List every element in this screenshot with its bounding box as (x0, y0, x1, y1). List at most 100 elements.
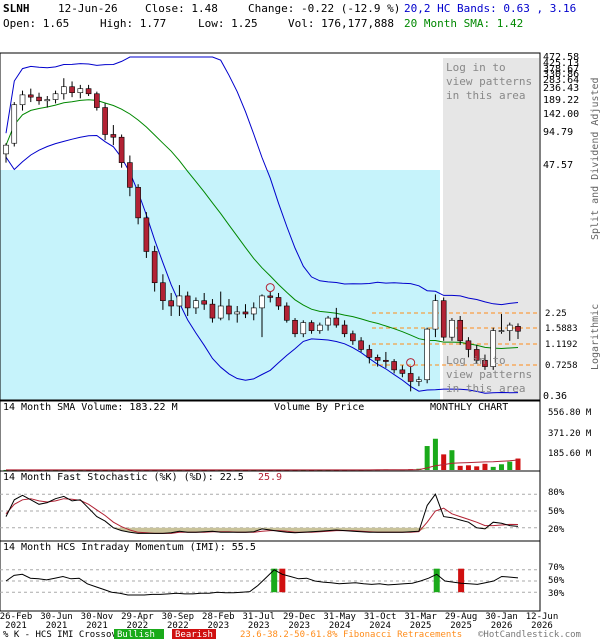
candle-body (44, 99, 51, 102)
candle-body (201, 300, 207, 305)
price-tick: 0.36 (543, 391, 567, 402)
fib-label: 1.1192 (545, 340, 578, 350)
candle-body (143, 217, 150, 252)
candle-body (77, 88, 84, 93)
volume-bar (441, 454, 447, 470)
candle-body (118, 136, 125, 163)
login-overlay-2b[interactable]: view patterns (446, 368, 532, 381)
candle-body (515, 326, 521, 332)
candle-body (209, 303, 216, 319)
candle-body (19, 94, 26, 106)
footer-legend: % K - HCS IMI Crossover: (3, 630, 133, 640)
footer-bearish: Bearish (175, 630, 213, 640)
imi-tick-70: 70% (548, 563, 565, 573)
volume-bar (490, 466, 496, 470)
vbp-label: Volume By Price (274, 402, 364, 413)
price-tick: 236.43 (543, 83, 579, 94)
side-label-log: Logarithmic (590, 304, 600, 370)
stochastic-panel: 14 Month Fast Stochastic (%K) (%D): 22.5… (0, 470, 565, 542)
candle-body (333, 317, 340, 326)
header: SLNH 12-Jun-26 Close: 1.48 Change: -0.22… (3, 2, 576, 30)
price-tick: 94.79 (543, 127, 573, 138)
footer-copyright[interactable]: ©HotCandlestick.com (478, 630, 581, 640)
candle-body (283, 305, 290, 321)
stoch-tick-80: 80% (548, 488, 565, 498)
candle-body (217, 305, 224, 319)
imi-crossover-marker (279, 568, 286, 593)
monthly-label: MONTHLY CHART (430, 402, 508, 413)
imi-tick-50: 50% (548, 576, 565, 586)
candle-body (259, 295, 265, 309)
candle-body (61, 86, 67, 95)
candle-body (110, 134, 117, 138)
price-panel: 2.251.58831.11920.7258 472.58425.13378.6… (0, 52, 600, 402)
login-overlay-1b[interactable]: view patterns (446, 75, 532, 88)
stoch-tick-50: 50% (548, 507, 565, 517)
imi-panel: 14 Month HCS Intraday Momentum (IMI): 55… (0, 540, 565, 612)
candle-body (350, 333, 356, 342)
candle-body (85, 88, 92, 95)
fib-label: 1.5883 (545, 324, 578, 334)
header-bands: 20,2 HC Bands: 0.63 , 3.16 (404, 2, 576, 15)
volume-bar (474, 466, 480, 470)
price-tick: 142.00 (543, 109, 579, 120)
imi-crossover-marker (458, 568, 465, 593)
vol-tick-2: 371.20 M (548, 429, 592, 439)
candle-body (300, 322, 307, 335)
candle-body (250, 307, 257, 315)
volume-bar (449, 450, 455, 470)
candle-body (168, 300, 174, 307)
candle-body (465, 340, 472, 350)
header-low: Low: 1.25 (198, 17, 258, 30)
candle-body (292, 319, 298, 335)
volume-bar (507, 461, 513, 470)
footer: % K - HCS IMI Crossover: Bullish Bearish… (3, 629, 581, 640)
candle-body (440, 300, 447, 338)
login-overlay-2c[interactable]: in this area (446, 382, 525, 395)
candle-body (11, 104, 18, 144)
volume-bar (498, 464, 504, 470)
stoch-tick-20: 20% (548, 525, 565, 535)
stoch-label: 14 Month Fast Stochastic (%K) (%D): 22.5 (3, 472, 244, 483)
candle-body (341, 324, 348, 335)
login-overlay-1c[interactable]: in this area (446, 89, 525, 102)
candle-body (94, 93, 100, 108)
symbol: SLNH (3, 2, 30, 15)
candle-body (432, 300, 439, 330)
candle-body (102, 107, 108, 135)
candle-body (325, 317, 331, 326)
volume-bar (465, 465, 471, 470)
side-label-split: Split and Dividend Adjusted (590, 77, 600, 240)
header-change: Change: -0.22 (-12.9 %) (248, 2, 400, 15)
candle-body (424, 328, 430, 381)
candle-body (498, 330, 505, 332)
login-overlay-1a[interactable]: Log in to (446, 61, 506, 74)
imi-crossover-marker (433, 568, 440, 593)
imi-label: 14 Month HCS Intraday Momentum (IMI): 55… (3, 542, 256, 553)
fib-label: 0.7258 (545, 361, 578, 371)
login-overlay-2a[interactable]: Log in to (446, 354, 506, 367)
vol-tick-3: 185.60 M (548, 449, 592, 459)
candle-body (399, 369, 406, 374)
footer-fib: 23.6-38.2-50-61.8% Fibonacci Retracement… (240, 630, 462, 640)
candle-body (27, 94, 34, 98)
stoch-d-label: 25.9 (258, 472, 282, 483)
candle-body (383, 359, 389, 362)
price-tick: 47.57 (543, 160, 573, 171)
candle-body (308, 322, 315, 331)
header-sma: 20 Month SMA: 1.42 (404, 17, 523, 30)
vol-sma-label: 14 Month SMA Volume: 183.22 M (3, 402, 178, 413)
candle-body (416, 379, 422, 382)
candle-body (457, 319, 463, 342)
candle-body (449, 319, 455, 338)
candle-body (151, 251, 158, 284)
candle-body (317, 324, 323, 331)
imi-tick-30: 30% (548, 589, 565, 599)
candle-body (52, 93, 59, 100)
header-date: 12-Jun-26 (58, 2, 118, 15)
footer-bullish: Bullish (117, 630, 155, 640)
candle-body (36, 96, 42, 102)
candle-body (506, 324, 513, 331)
candle-body (267, 295, 274, 298)
candle-body (358, 340, 364, 350)
